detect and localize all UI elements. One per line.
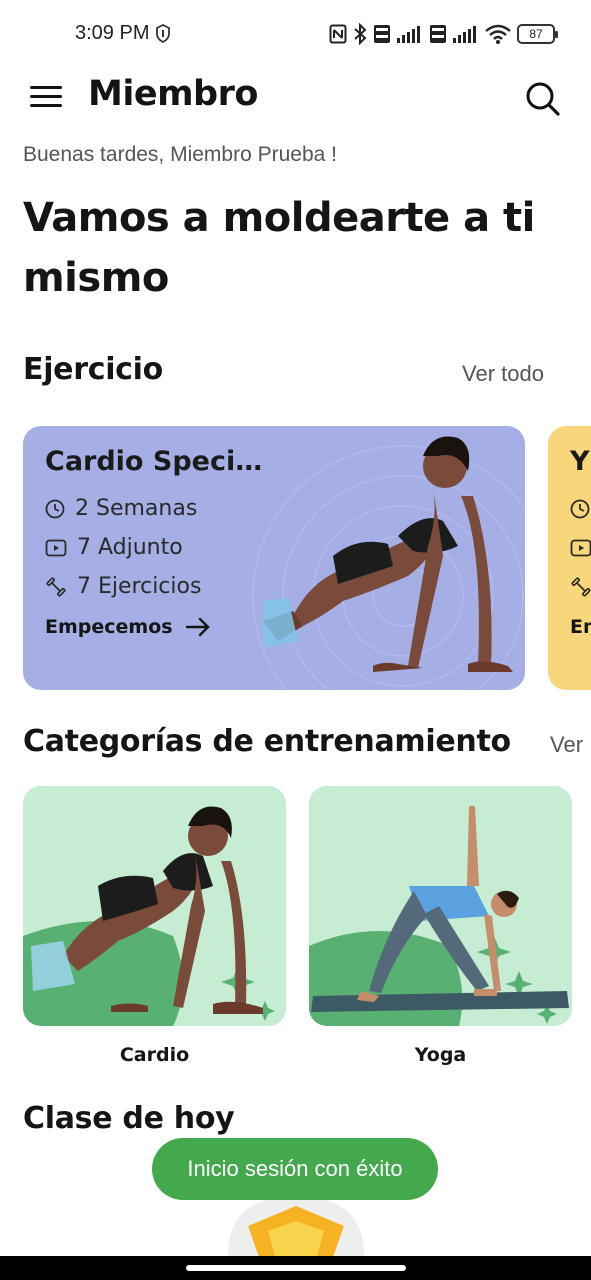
exercise-card-attachments: 7 Adjunto (45, 535, 183, 560)
category-tile-cardio[interactable] (23, 786, 286, 1026)
today-section-title: Clase de hoy (23, 1101, 235, 1136)
category-label-cardio: Cardio (119, 1044, 190, 1066)
arrow-right-icon (185, 617, 210, 637)
exercise-card-next-start-label: Em (570, 616, 591, 638)
status-icons: 87 (329, 22, 558, 46)
headline: Vamos a moldearte a ti mismo (23, 195, 535, 301)
exercise-card-duration-text: 2 Semanas (75, 496, 198, 521)
video-icon (570, 539, 591, 557)
exercise-card-start-label: Empecemos (45, 616, 173, 638)
category-tile-yoga[interactable] (309, 786, 572, 1026)
alarm-icon (156, 24, 170, 43)
volte-icon (430, 25, 446, 43)
nfc-icon (329, 24, 347, 44)
video-icon (45, 539, 67, 556)
exercise-card-next[interactable]: Y Em (548, 426, 591, 690)
clock-icon (570, 499, 590, 519)
exercise-card-exercises: 7 Ejercicios (45, 574, 201, 599)
screen: 3:09 PM 87 Miembro Buenas tardes, Miembr… (0, 0, 591, 1280)
status-bar: 3:09 PM 87 (0, 0, 591, 68)
battery-icon: 87 (517, 24, 558, 44)
search-icon[interactable] (522, 78, 562, 118)
categories-see-all-link[interactable]: Ver (550, 732, 583, 758)
exercise-see-all-link[interactable]: Ver todo (462, 361, 544, 387)
exercise-card-duration: 2 Semanas (45, 496, 197, 521)
dumbbell-icon (46, 576, 66, 597)
home-indicator[interactable] (186, 1265, 406, 1271)
menu-icon[interactable] (30, 86, 62, 110)
battery-level: 87 (529, 27, 543, 41)
volte-icon (374, 25, 390, 43)
exercise-section-title: Ejercicio (23, 352, 163, 387)
exercise-card-start-button[interactable]: Empecemos (45, 616, 211, 638)
greeting-text: Buenas tardes, Miembro Prueba ! (23, 143, 337, 166)
exercise-card-attachments-text: 7 Adjunto (77, 535, 183, 560)
dumbbell-icon (571, 577, 591, 597)
status-time: 3:09 PM (75, 22, 150, 44)
signal-icon (453, 26, 476, 43)
exercise-card-title: Cardio Speci… (45, 446, 263, 477)
app-bar: Miembro (0, 68, 591, 128)
bluetooth-icon (354, 23, 367, 45)
wifi-icon (485, 24, 511, 44)
exercise-card-exercises-text: 7 Ejercicios (77, 574, 202, 599)
class-image-peek (228, 1196, 364, 1260)
clock-icon (45, 499, 65, 518)
app-title: Miembro (88, 74, 258, 114)
signal-icon (397, 26, 420, 43)
exercise-card-cardio[interactable]: Cardio Speci… 2 Semanas 7 Adjunto 7 Ejer… (23, 426, 525, 690)
success-toast: Inicio sesión con éxito (152, 1138, 438, 1200)
cardio-workout-image (252, 436, 525, 690)
category-label-yoga: Yoga (414, 1044, 467, 1066)
yoga-category-image (309, 786, 572, 1026)
cardio-category-image (23, 786, 286, 1026)
categories-section-title: Categorías de entrenamiento (23, 724, 511, 759)
exercise-card-next-title: Y (570, 446, 590, 477)
